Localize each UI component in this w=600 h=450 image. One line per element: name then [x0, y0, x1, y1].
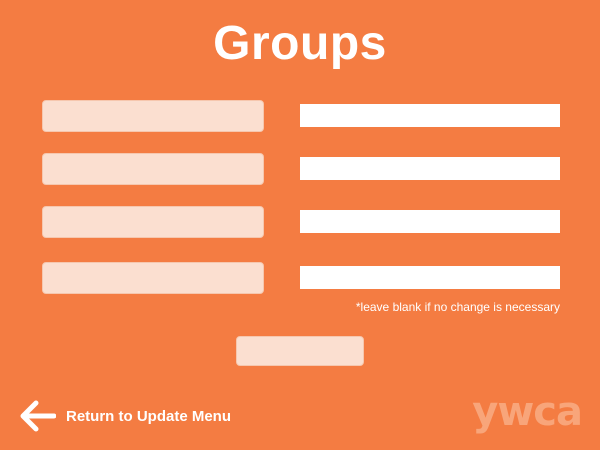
group-input-1[interactable] [300, 104, 560, 127]
return-to-update-menu-link[interactable]: Return to Update Menu [18, 400, 231, 432]
blank-note: *leave blank if no change is necessary [355, 300, 560, 314]
ywca-logo: ywca [472, 389, 583, 435]
group-input-3[interactable] [300, 210, 560, 233]
group-label-2 [42, 153, 264, 185]
group-label-3 [42, 206, 264, 238]
group-label-4 [42, 262, 264, 294]
page-title: Groups [213, 17, 387, 70]
group-input-4[interactable] [300, 266, 560, 289]
return-link-label: Return to Update Menu [66, 407, 231, 425]
group-label-1 [42, 100, 264, 132]
group-input-2[interactable] [300, 157, 560, 180]
arrow-left-icon [20, 400, 56, 432]
submit-button[interactable] [236, 336, 364, 366]
